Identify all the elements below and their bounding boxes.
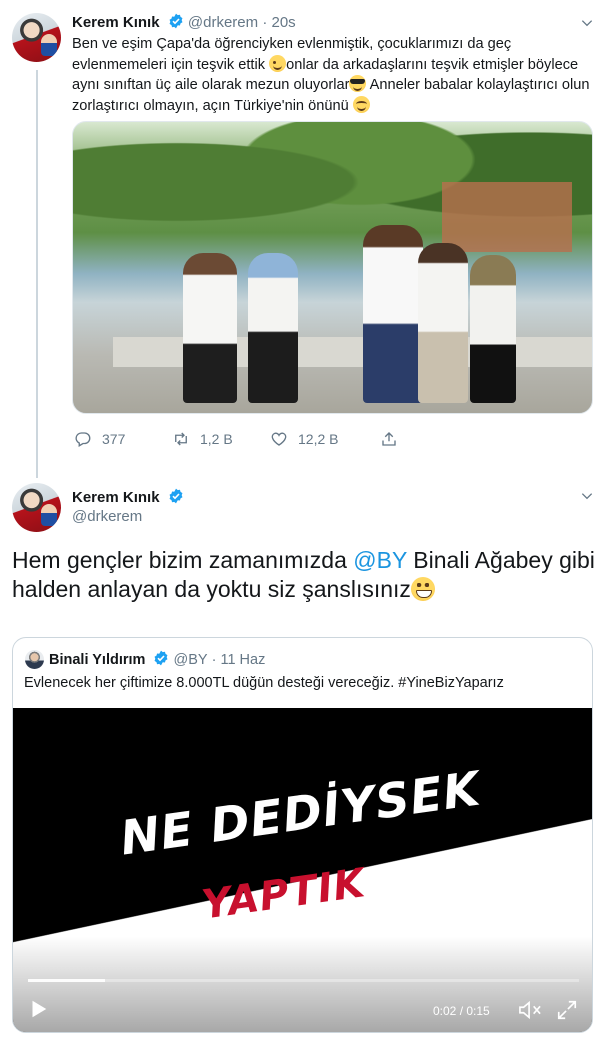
tweet-photo[interactable] [72,121,593,414]
chevron-down-icon[interactable] [580,489,594,503]
quoted-author-handle: @BY [173,652,208,668]
smiling-face-icon [352,95,370,113]
author-avatar[interactable] [12,13,61,62]
sunglasses-face-icon [349,75,367,92]
like-button[interactable]: 12,2 B [270,430,380,448]
quoted-author-avatar [25,650,44,669]
author-name[interactable]: Kerem Kınık [72,14,160,31]
quoted-text: Evlenecek her çiftimize 8.000TL düğün de… [24,675,504,691]
quoted-author-name: Binali Yıldırım [49,652,146,668]
retweet-icon [175,432,187,446]
reply-count: 377 [102,431,126,447]
play-icon[interactable] [27,998,49,1020]
quoted-tweet[interactable]: Binali Yıldırım @BY · 11 Haz Evlenecek h… [12,637,593,1033]
chevron-down-icon[interactable] [580,16,594,30]
heart-icon [271,432,287,446]
video-time: 0:02 / 0:15 [433,1004,490,1018]
mute-icon[interactable] [517,999,543,1021]
retweet-count: 1,2 B [200,431,233,447]
like-count: 12,2 B [298,431,339,447]
mention-link[interactable]: @BY [353,547,407,573]
tweet-time[interactable]: · 20s [262,14,295,31]
share-icon [382,432,396,446]
tweet-actions: 377 1,2 B 12,2 B [74,429,408,449]
tweet-header: Kerem Kınık @drkerem · 20s [72,13,296,31]
verified-badge-icon [169,488,183,504]
grinning-face-icon [410,577,435,601]
retweet-button[interactable]: 1,2 B [172,430,270,448]
reply-icon [75,432,91,447]
reply-author-handle[interactable]: @drkerem [72,508,142,525]
reply-header: Kerem Kınık [72,488,184,506]
fullscreen-icon[interactable] [556,999,578,1021]
reply-author-name[interactable]: Kerem Kınık [72,489,160,506]
video-progress-bar[interactable] [28,979,579,982]
reply-author-avatar[interactable] [12,483,61,532]
video-player[interactable]: NE DEDİYSEK YAPTIK 0:02 / 0:15 [13,708,592,1032]
winking-face-icon [269,54,287,72]
verified-badge-icon [155,650,168,666]
video-progress-fill [28,979,106,982]
reply-button[interactable]: 377 [74,430,172,448]
quoted-date: · 11 Haz [211,652,266,668]
reply-text-part: Hem gençler bizim zamanımızda [12,547,354,573]
tweet-text: Ben ve eşim Çapa'da öğrenciyken evlenmiş… [72,34,592,116]
reply-text: Hem gençler bizim zamanımızda @BY Binali… [12,546,597,604]
verified-badge-icon [169,13,183,29]
thread-line [36,70,38,478]
author-handle[interactable]: @drkerem [188,14,258,31]
share-button[interactable] [380,430,408,448]
quoted-header: Binali Yıldırım @BY · 11 Haz [49,650,265,668]
